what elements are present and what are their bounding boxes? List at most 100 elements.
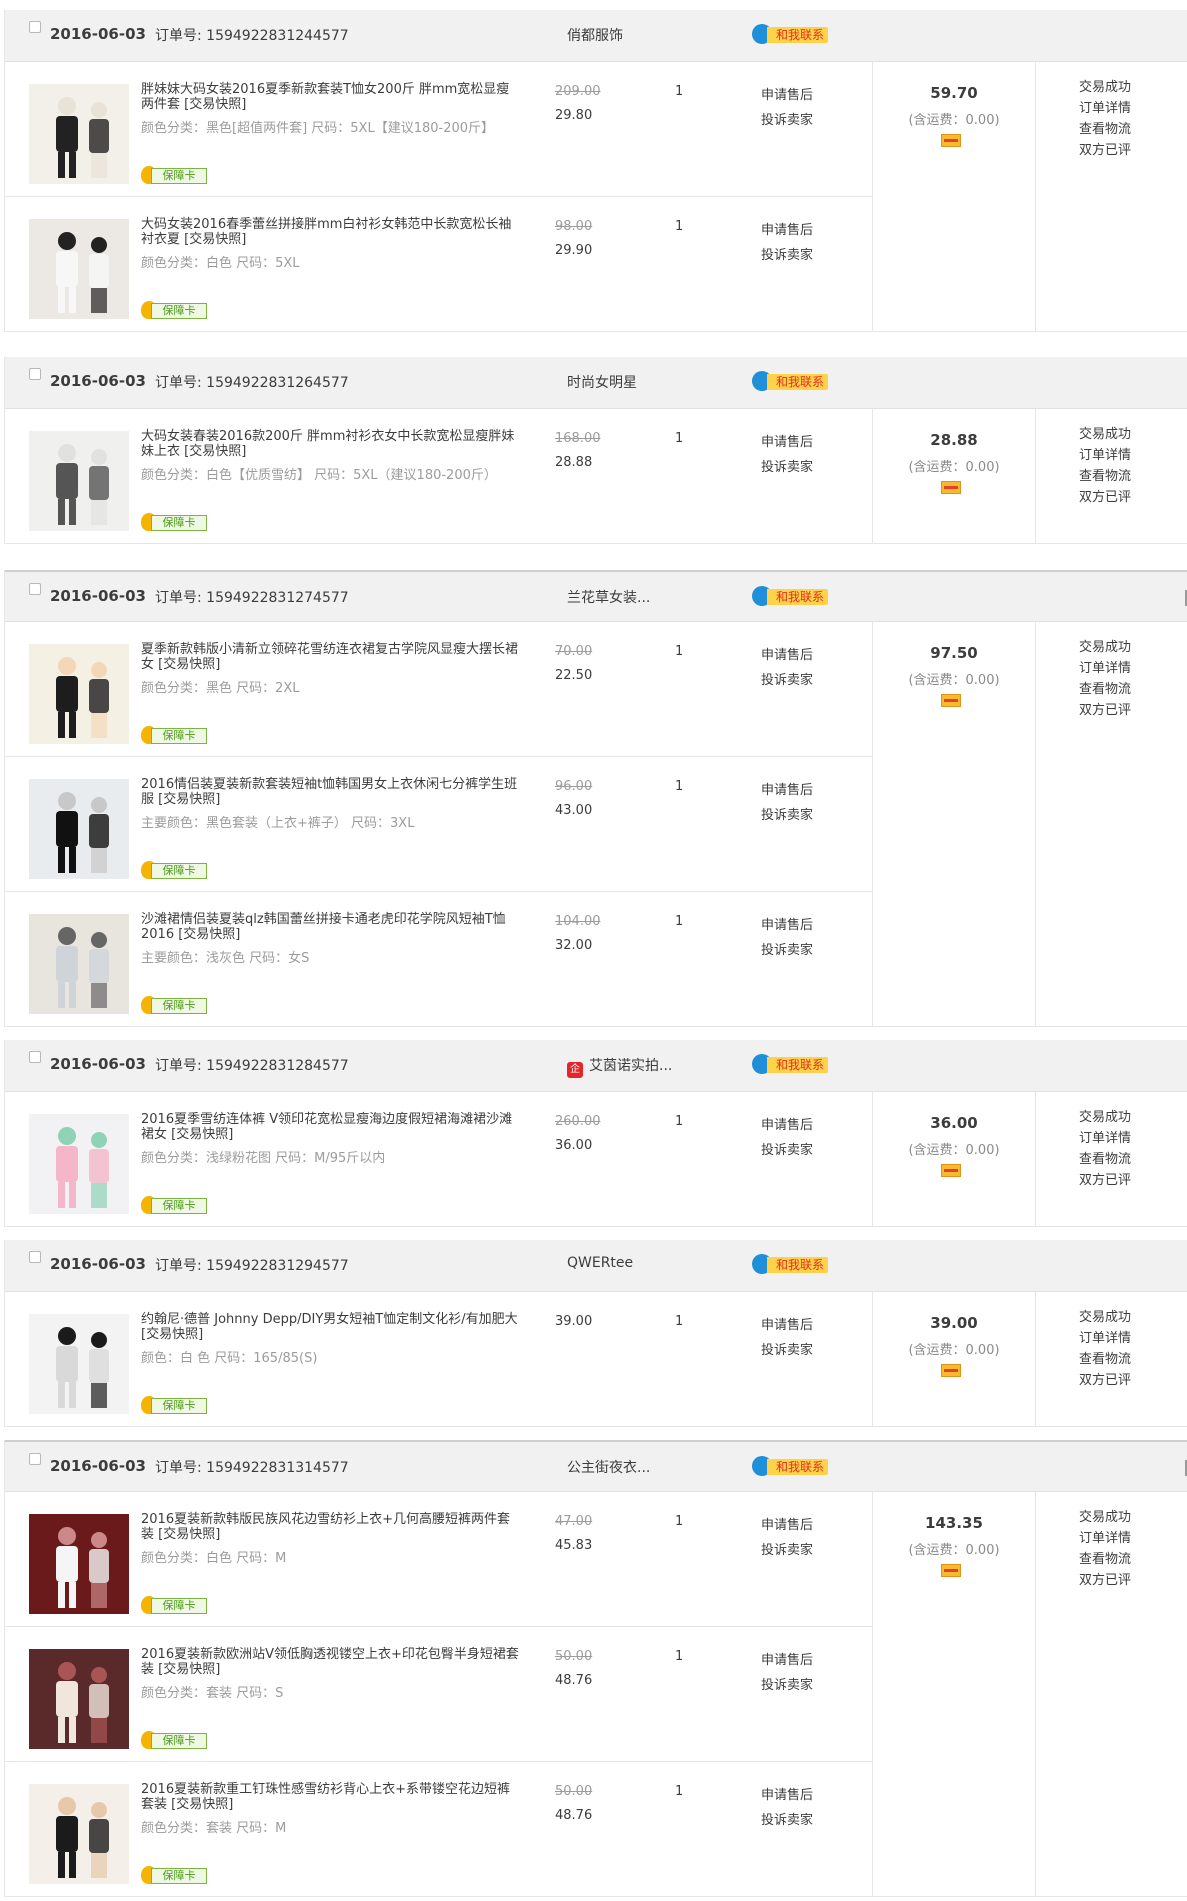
- order-number-value[interactable]: 1594922831284577: [206, 1058, 349, 1074]
- view-logistics-link[interactable]: 查看物流: [1079, 1348, 1131, 1367]
- order-number-value[interactable]: 1594922831244577: [206, 28, 349, 44]
- order-checkbox[interactable]: [29, 21, 41, 33]
- complain-seller-link[interactable]: 投诉卖家: [761, 1339, 813, 1358]
- product-thumbnail[interactable]: [29, 914, 129, 1014]
- order-detail-link[interactable]: 订单详情: [1079, 444, 1131, 463]
- shop-name[interactable]: 公主街夜衣...: [567, 1457, 650, 1477]
- product-thumbnail[interactable]: [29, 1649, 129, 1749]
- after-sale-link[interactable]: 申请售后: [761, 1314, 813, 1333]
- product-title-link[interactable]: 大码女装春装2016款200斤 胖mm衬衫衣女中长款宽松显瘦胖妹妹上衣 [交易快…: [141, 429, 521, 459]
- product-title-link[interactable]: 2016夏装新款重工钉珠性感雪纺衫背心上衣+系带镂空花边短裤套装 [交易快照]: [141, 1782, 521, 1812]
- guarantee-card-badge[interactable]: 保障卡: [141, 1731, 207, 1749]
- product-thumbnail[interactable]: [29, 779, 129, 879]
- order-detail-link[interactable]: 订单详情: [1079, 97, 1131, 116]
- complain-seller-link[interactable]: 投诉卖家: [761, 1139, 813, 1158]
- review-status-link[interactable]: 双方已评: [1079, 1169, 1131, 1188]
- payment-card-icon[interactable]: [941, 1364, 961, 1377]
- product-title-link[interactable]: 胖妹妹大码女装2016夏季新款套装T恤女200斤 胖mm宽松显瘦两件套 [交易快…: [141, 82, 521, 112]
- guarantee-card-badge[interactable]: 保障卡: [141, 301, 207, 319]
- contact-seller-label[interactable]: 和我联系: [767, 1459, 829, 1475]
- shop-name[interactable]: 时尚女明星: [567, 372, 637, 392]
- payment-card-icon[interactable]: [941, 1564, 961, 1577]
- shop-name[interactable]: 企艾茵诺实拍...: [567, 1055, 672, 1078]
- product-thumbnail[interactable]: [29, 644, 129, 744]
- shop-name-text[interactable]: 艾茵诺实拍...: [589, 1058, 672, 1074]
- review-status-link[interactable]: 双方已评: [1079, 1569, 1131, 1588]
- after-sale-link[interactable]: 申请售后: [761, 1784, 813, 1803]
- payment-card-icon[interactable]: [941, 134, 961, 147]
- product-thumbnail[interactable]: [29, 219, 129, 319]
- order-number-value[interactable]: 1594922831264577: [206, 375, 349, 391]
- shop-name-text[interactable]: 时尚女明星: [567, 375, 637, 391]
- review-status-link[interactable]: 双方已评: [1079, 139, 1131, 158]
- complain-seller-link[interactable]: 投诉卖家: [761, 244, 813, 263]
- contact-seller-label[interactable]: 和我联系: [767, 374, 829, 390]
- guarantee-card-badge[interactable]: 保障卡: [141, 1196, 207, 1214]
- view-logistics-link[interactable]: 查看物流: [1079, 1148, 1131, 1167]
- product-title-link[interactable]: 2016夏装新款韩版民族风花边雪纺衫上衣+几何高腰短裤两件套装 [交易快照]: [141, 1512, 521, 1542]
- order-checkbox[interactable]: [29, 583, 41, 595]
- shop-name[interactable]: 俏都服饰: [567, 25, 623, 45]
- product-title-link[interactable]: 2016夏装新款欧洲站V领低胸透视镂空上衣+印花包臀半身短裙套装 [交易快照]: [141, 1647, 521, 1677]
- after-sale-link[interactable]: 申请售后: [761, 1514, 813, 1533]
- complain-seller-link[interactable]: 投诉卖家: [761, 939, 813, 958]
- shop-name-text[interactable]: 兰花草女装...: [567, 590, 650, 606]
- contact-seller-label[interactable]: 和我联系: [767, 1257, 829, 1273]
- contact-seller-label[interactable]: 和我联系: [767, 27, 829, 43]
- after-sale-link[interactable]: 申请售后: [761, 431, 813, 450]
- order-detail-link[interactable]: 订单详情: [1079, 1127, 1131, 1146]
- order-number-value[interactable]: 1594922831294577: [206, 1258, 349, 1274]
- complain-seller-link[interactable]: 投诉卖家: [761, 1539, 813, 1558]
- product-title-link[interactable]: 2016情侣装夏装新款套装短袖t恤韩国男女上衣休闲七分裤学生班服 [交易快照]: [141, 777, 521, 807]
- after-sale-link[interactable]: 申请售后: [761, 84, 813, 103]
- after-sale-link[interactable]: 申请售后: [761, 779, 813, 798]
- complain-seller-link[interactable]: 投诉卖家: [761, 1674, 813, 1693]
- complain-seller-link[interactable]: 投诉卖家: [761, 1809, 813, 1828]
- review-status-link[interactable]: 双方已评: [1079, 699, 1131, 718]
- after-sale-link[interactable]: 申请售后: [761, 914, 813, 933]
- view-logistics-link[interactable]: 查看物流: [1079, 465, 1131, 484]
- shop-name-text[interactable]: 俏都服饰: [567, 28, 623, 44]
- shop-name-text[interactable]: 公主街夜衣...: [567, 1460, 650, 1476]
- review-status-link[interactable]: 双方已评: [1079, 1369, 1131, 1388]
- shop-name[interactable]: 兰花草女装...: [567, 587, 650, 607]
- product-thumbnail[interactable]: [29, 431, 129, 531]
- product-thumbnail[interactable]: [29, 1514, 129, 1614]
- view-logistics-link[interactable]: 查看物流: [1079, 1548, 1131, 1567]
- product-title-link[interactable]: 夏季新款韩版小清新立领碎花雪纺连衣裙复古学院风显瘦大摆长裙女 [交易快照]: [141, 642, 521, 672]
- order-number-value[interactable]: 1594922831314577: [206, 1460, 349, 1476]
- guarantee-card-badge[interactable]: 保障卡: [141, 996, 207, 1014]
- shop-name[interactable]: QWERtee: [567, 1255, 633, 1271]
- product-title-link[interactable]: 约翰尼·德普 Johnny Depp/DIY男女短袖T恤定制文化衫/有加肥大 […: [141, 1312, 521, 1342]
- after-sale-link[interactable]: 申请售后: [761, 1114, 813, 1133]
- view-logistics-link[interactable]: 查看物流: [1079, 678, 1131, 697]
- guarantee-card-badge[interactable]: 保障卡: [141, 861, 207, 879]
- guarantee-card-badge[interactable]: 保障卡: [141, 726, 207, 744]
- product-thumbnail[interactable]: [29, 1784, 129, 1884]
- order-number-value[interactable]: 1594922831274577: [206, 590, 349, 606]
- review-status-link[interactable]: 双方已评: [1079, 486, 1131, 505]
- product-title-link[interactable]: 2016夏季雪纺连体裤 V领印花宽松显瘦海边度假短裙海滩裙沙滩裙女 [交易快照]: [141, 1112, 521, 1142]
- complain-seller-link[interactable]: 投诉卖家: [761, 804, 813, 823]
- contact-seller-label[interactable]: 和我联系: [767, 589, 829, 605]
- order-checkbox[interactable]: [29, 1453, 41, 1465]
- order-detail-link[interactable]: 订单详情: [1079, 1327, 1131, 1346]
- payment-card-icon[interactable]: [941, 694, 961, 707]
- payment-card-icon[interactable]: [941, 1164, 961, 1177]
- guarantee-card-badge[interactable]: 保障卡: [141, 1396, 207, 1414]
- complain-seller-link[interactable]: 投诉卖家: [761, 456, 813, 475]
- guarantee-card-badge[interactable]: 保障卡: [141, 1596, 207, 1614]
- order-checkbox[interactable]: [29, 1051, 41, 1063]
- after-sale-link[interactable]: 申请售后: [761, 1649, 813, 1668]
- guarantee-card-badge[interactable]: 保障卡: [141, 1866, 207, 1884]
- order-detail-link[interactable]: 订单详情: [1079, 1527, 1131, 1546]
- product-thumbnail[interactable]: [29, 1314, 129, 1414]
- complain-seller-link[interactable]: 投诉卖家: [761, 109, 813, 128]
- product-thumbnail[interactable]: [29, 1114, 129, 1214]
- order-detail-link[interactable]: 订单详情: [1079, 657, 1131, 676]
- after-sale-link[interactable]: 申请售后: [761, 644, 813, 663]
- contact-seller-label[interactable]: 和我联系: [767, 1057, 829, 1073]
- order-checkbox[interactable]: [29, 1251, 41, 1263]
- shop-name-text[interactable]: QWERtee: [567, 1255, 633, 1271]
- payment-card-icon[interactable]: [941, 481, 961, 494]
